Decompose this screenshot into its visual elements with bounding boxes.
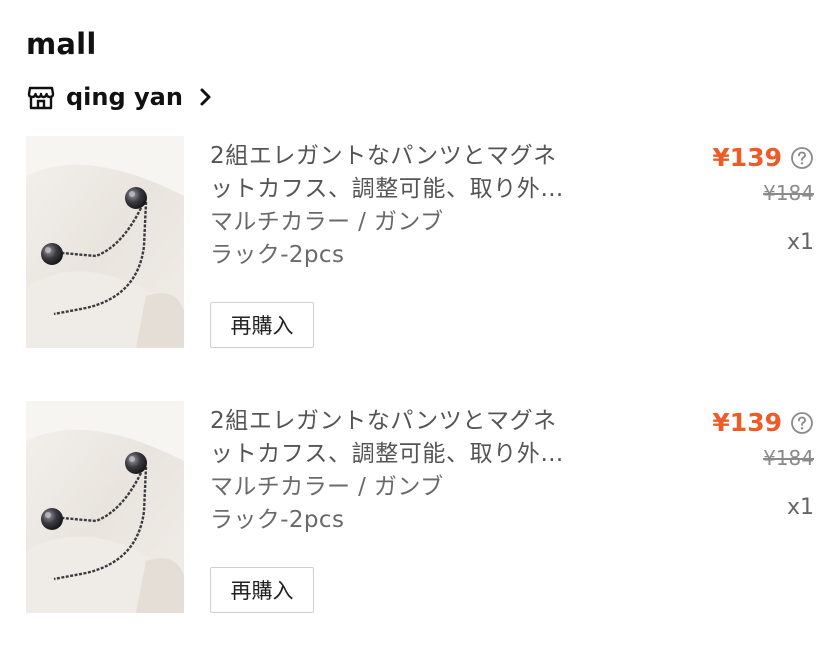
product-variant: マルチカラー / ガンブラック-2pcs [210,474,444,533]
chevron-right-icon [197,85,215,109]
question-mark-icon[interactable] [790,411,814,435]
section-title: mall [26,27,97,61]
current-price: ¥139 [712,143,782,172]
product-title[interactable]: 2組エレガントなパンツとマグネットカフス、調整可能、取り外し可能 [210,140,580,206]
store-icon [26,82,56,112]
rebuy-button[interactable]: 再購入 [210,302,314,348]
product-image[interactable] [26,136,184,348]
rebuy-button[interactable]: 再購入 [210,567,314,613]
quantity: x1 [786,230,814,255]
order-item: 2組エレガントなパンツとマグネットカフス、調整可能、取り外し可能 マルチカラー … [0,401,840,616]
original-price: ¥184 [763,181,814,205]
current-price: ¥139 [712,408,782,437]
store-name: qing yan [66,83,183,111]
order-item: 2組エレガントなパンツとマグネットカフス、調整可能、取り外し可能 マルチカラー … [0,136,840,351]
original-price: ¥184 [763,446,814,470]
quantity: x1 [786,495,814,520]
question-mark-icon[interactable] [790,146,814,170]
price-row: ¥139 [712,142,814,174]
store-link[interactable]: qing yan [26,80,215,114]
product-image[interactable] [26,401,184,613]
product-title[interactable]: 2組エレガントなパンツとマグネットカフス、調整可能、取り外し可能 [210,405,580,471]
product-variant: マルチカラー / ガンブラック-2pcs [210,209,444,268]
price-row: ¥139 [712,407,814,439]
